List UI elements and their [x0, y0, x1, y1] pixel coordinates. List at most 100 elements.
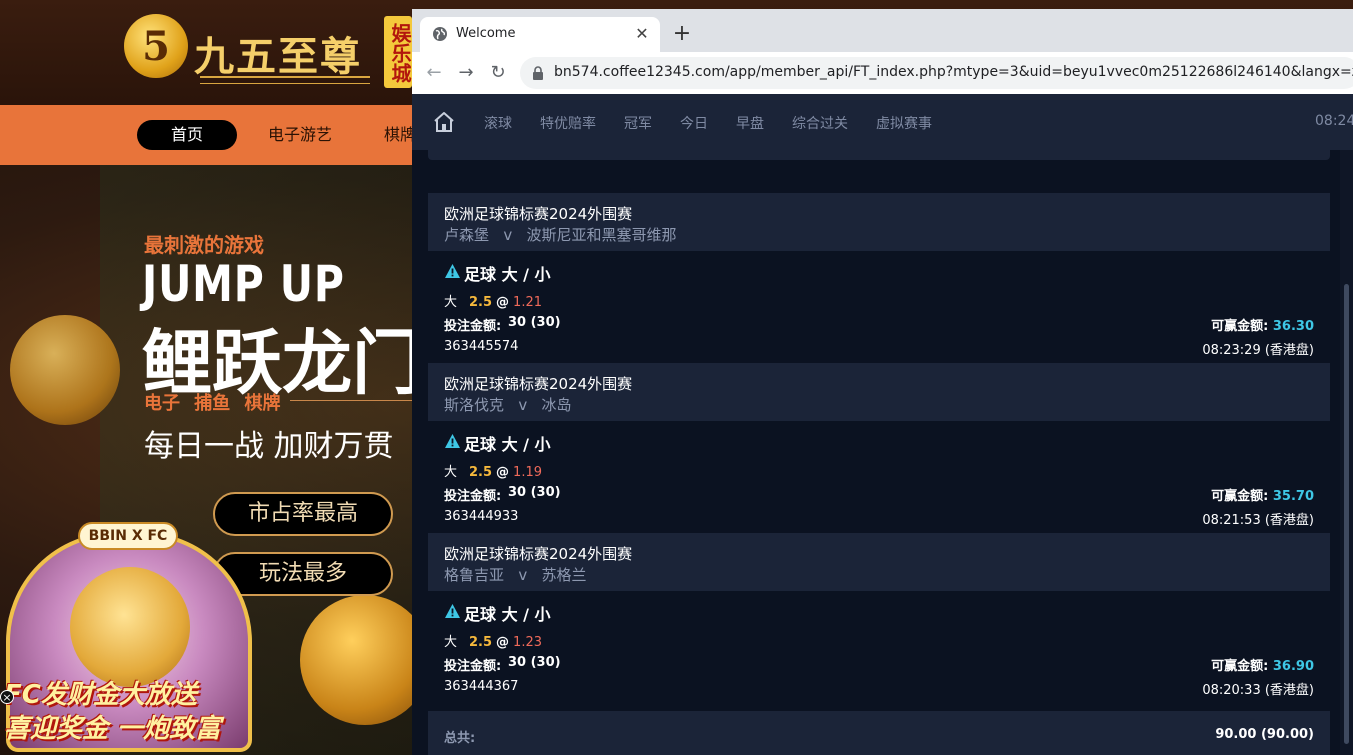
coin-decoration — [300, 595, 430, 725]
bet-type: 足球 大 / 小 — [464, 265, 551, 284]
total-value: 90.00 (90.00) — [1215, 727, 1314, 742]
banner-tags: 电子 捕鱼 棋牌 — [144, 393, 281, 414]
bet-selection: 大 2.5 @1.19 — [444, 461, 542, 480]
browser-toolbar: ← → ↻ bn574.coffee12345.com/app/member_a… — [412, 52, 1353, 94]
promo-line-1: FC发财金大放送 — [4, 680, 197, 710]
ticket-time: 08:21:53 (香港盘) — [1202, 513, 1314, 528]
potential-win: 可赢金额: 36.90 — [1211, 655, 1314, 674]
home-team: 格鲁吉亚 — [444, 566, 505, 584]
match-teams: 格鲁吉亚 v 苏格兰 — [444, 564, 587, 585]
league-name: 欧洲足球锦标赛2024外围赛 — [444, 205, 633, 223]
win-value: 36.30 — [1272, 319, 1314, 334]
ticket-body: 足球 大 / 小 大 2.5 @1.21 投注金额: 30 (30) 可赢金额: 3… — [428, 251, 1330, 363]
away-team: 苏格兰 — [541, 566, 587, 584]
ticket-header: 欧洲足球锦标赛2024外围赛 卢森堡 v 波斯尼亚和黑塞哥维那 — [428, 193, 1330, 251]
bet-line: 2.5 — [469, 635, 493, 650]
logo-ornament — [200, 76, 370, 84]
win-label: 可赢金额: — [1211, 659, 1269, 674]
ticket-time: 08:20:33 (香港盘) — [1202, 683, 1314, 698]
sports-nav: 滚球 特优赔率 冠军 今日 早盘 综合过关 虚拟赛事 08:24 — [412, 94, 1353, 150]
banner-divider — [290, 400, 415, 401]
total-label: 总共: — [444, 731, 476, 746]
nav-tab-inplay[interactable]: 滚球 — [484, 113, 512, 133]
nav-tab-today[interactable]: 今日 — [680, 113, 708, 133]
ticket-id: 363444933 — [444, 509, 519, 524]
nav-tab-special-odds[interactable]: 特优赔率 — [540, 113, 596, 133]
lock-icon[interactable] — [532, 66, 544, 80]
ticket-header: 欧洲足球锦标赛2024外围赛 格鲁吉亚 v 苏格兰 — [428, 533, 1330, 591]
scrollbar-thumb[interactable] — [1344, 284, 1349, 744]
forward-button[interactable]: → — [454, 61, 478, 85]
warning-icon — [445, 434, 460, 448]
promo-close-icon[interactable]: × — [0, 690, 14, 704]
bet-side: 大 — [444, 295, 458, 310]
stake-label: 投注金额: — [444, 489, 502, 504]
home-team: 卢森堡 — [444, 226, 490, 244]
coin-decoration — [10, 315, 120, 425]
bet-type: 足球 大 / 小 — [464, 435, 551, 454]
bet-side: 大 — [444, 465, 458, 480]
site-logo[interactable]: 5 — [124, 14, 188, 78]
away-team: 冰岛 — [541, 396, 572, 414]
reload-button[interactable]: ↻ — [486, 61, 510, 85]
total-summary: 总共: 90.00 (90.00) — [428, 711, 1330, 755]
league-name: 欧洲足球锦标赛2024外围赛 — [444, 375, 633, 393]
match-teams: 斯洛伐克 v 冰岛 — [444, 394, 572, 415]
bet-type: 足球 大 / 小 — [464, 605, 551, 624]
nav-tab-outright[interactable]: 冠军 — [624, 113, 652, 133]
tab-close-icon[interactable]: ✕ — [632, 24, 652, 44]
bet-odds: 1.21 — [513, 295, 542, 310]
nav-tab-virtual[interactable]: 虚拟赛事 — [876, 113, 932, 133]
bet-selection: 大 2.5 @1.23 — [444, 631, 542, 650]
at-sign: @ — [496, 295, 510, 310]
banner-slogan: 每日一战 加财万贯 — [144, 429, 394, 464]
ticket-body: 足球 大 / 小 大 2.5 @1.19 投注金额: 30 (30) 可赢金额: 3… — [428, 421, 1330, 533]
vs-label: v — [503, 226, 513, 244]
warning-icon — [445, 264, 460, 278]
bet-line: 2.5 — [469, 465, 493, 480]
potential-win: 可赢金额: 36.30 — [1211, 315, 1314, 334]
win-value: 35.70 — [1272, 489, 1314, 504]
match-teams: 卢森堡 v 波斯尼亚和黑塞哥维那 — [444, 224, 677, 245]
stake-label: 投注金额: — [444, 319, 502, 334]
new-tab-button[interactable]: + — [670, 23, 694, 47]
stake-value: 30 (30) — [508, 485, 561, 500]
site-nav-egame[interactable]: 电子游艺 — [250, 120, 350, 150]
site-nav-home[interactable]: 首页 — [137, 120, 237, 150]
bet-odds: 1.19 — [513, 465, 542, 480]
stake-value: 30 (30) — [508, 315, 561, 330]
logo-badge: 娱乐城 — [384, 16, 412, 88]
tab-title: Welcome — [456, 26, 516, 41]
back-button[interactable]: ← — [422, 61, 446, 85]
vs-label: v — [518, 396, 528, 414]
home-icon[interactable] — [432, 110, 456, 134]
win-label: 可赢金额: — [1211, 489, 1269, 504]
at-sign: @ — [496, 465, 510, 480]
url-text[interactable]: bn574.coffee12345.com/app/member_api/FT_… — [554, 64, 1353, 80]
bet-odds: 1.23 — [513, 635, 542, 650]
browser-tab[interactable]: Welcome ✕ — [420, 17, 660, 52]
ticket-time: 08:23:29 (香港盘) — [1202, 343, 1314, 358]
away-team: 波斯尼亚和黑塞哥维那 — [526, 226, 677, 244]
warning-icon — [445, 604, 460, 618]
lucky-cat-image — [70, 567, 190, 687]
win-value: 36.90 — [1272, 659, 1314, 674]
address-bar[interactable]: bn574.coffee12345.com/app/member_api/FT_… — [520, 57, 1353, 89]
ticket-id: 363445574 — [444, 339, 519, 354]
nav-tab-early[interactable]: 早盘 — [736, 113, 764, 133]
ticket-body: 足球 大 / 小 大 2.5 @1.23 投注金额: 30 (30) 可赢金额: 3… — [428, 591, 1330, 703]
potential-win: 可赢金额: 35.70 — [1211, 485, 1314, 504]
league-name: 欧洲足球锦标赛2024外围赛 — [444, 545, 633, 563]
browser-window: Welcome ✕ + ← → ↻ bn574.coffee12345.com/… — [412, 9, 1353, 755]
bet-selection: 大 2.5 @1.21 — [444, 291, 542, 310]
clock: 08:24 — [1315, 113, 1353, 129]
promo-badge: BBIN X FC — [78, 522, 178, 550]
panel-edge — [428, 150, 1330, 160]
banner-title-en: JUMP UP — [142, 255, 345, 313]
bet-line: 2.5 — [469, 295, 493, 310]
ticket-id: 363444367 — [444, 679, 519, 694]
nav-tab-parlay[interactable]: 综合过关 — [792, 113, 848, 133]
at-sign: @ — [496, 635, 510, 650]
promo-popup[interactable]: BBIN X FC FC发财金大放送 喜迎奖金 一炮致富 × — [0, 522, 260, 755]
promo-line-2: 喜迎奖金 一炮致富 — [4, 714, 222, 744]
